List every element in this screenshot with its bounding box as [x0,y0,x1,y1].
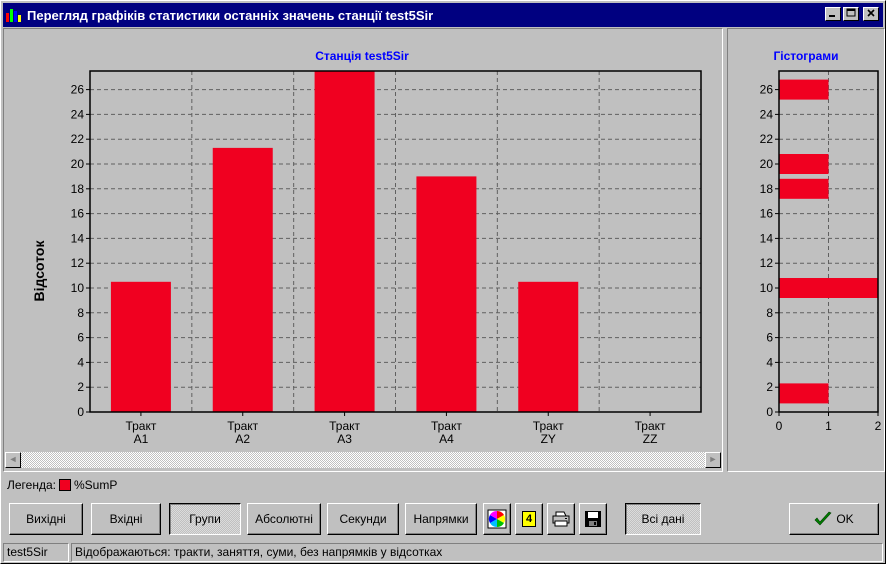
main-bar [518,281,579,412]
main-x-tick-label: ZZ [643,432,658,446]
status-message: Відображаються: тракти, заняття, суми, б… [71,543,883,562]
maximize-icon [846,8,856,17]
chart-app-icon [5,7,23,23]
main-y-tick-label: 14 [71,231,85,245]
scroll-left-button[interactable]: ◄ [5,452,21,468]
main-x-tick-label: ZY [541,432,556,446]
hist-y-tick-label: 14 [760,231,774,245]
number-button[interactable]: 4 [515,503,543,535]
main-x-tick-label: A1 [134,432,149,446]
main-y-tick-label: 22 [71,132,85,146]
main-x-tick-label: A2 [235,432,250,446]
title-bar[interactable]: Перегляд графіків статистики останніх зн… [3,3,883,27]
groups-button[interactable]: Групи [169,503,241,535]
hist-x-tick-label: 2 [875,419,882,433]
hist-y-tick-label: 2 [766,380,773,394]
main-x-tick-label: Тракт [533,419,564,433]
absolute-button[interactable]: Абсолютні [247,503,321,535]
hist-y-tick-label: 16 [760,207,774,221]
outgoing-button[interactable]: Вихідні [9,503,83,535]
maximize-button[interactable] [843,7,859,21]
histogram-title: Гістограми [773,49,838,63]
main-bar [314,71,375,412]
main-y-tick-label: 6 [77,331,84,345]
printer-icon [552,511,570,527]
main-x-tick-label: Тракт [431,419,462,433]
print-button[interactable] [547,503,575,535]
main-x-tick-label: A3 [337,432,352,446]
hist-bar [779,178,829,199]
legend-series-name: %SumP [73,478,118,492]
histogram-chart: Гістограми 02468101214161820222426 012 [760,49,882,433]
main-y-tick-label: 20 [71,157,85,171]
hist-x-tick-label: 0 [776,419,783,433]
main-bar-chart: Станція test5Sir Відсоток 02468101214161… [31,49,702,446]
main-y-tick-label: 4 [77,355,84,369]
ok-label: OK [836,512,854,526]
main-bar [110,281,171,412]
hist-bar [779,79,829,100]
main-y-tick-label: 12 [71,256,85,270]
seconds-button[interactable]: Секунди [327,503,399,535]
hist-y-tick-label: 12 [760,256,774,270]
main-y-tick-label: 10 [71,281,85,295]
window-title: Перегляд графіків статистики останніх зн… [27,7,434,23]
main-y-tick-label: 0 [77,405,84,419]
hist-bar [779,154,829,174]
status-station: test5Sir [3,543,69,562]
hist-bar [779,278,878,298]
directions-button[interactable]: Напрямки [405,503,477,535]
palette-icon [487,509,507,529]
main-y-tick-label: 8 [77,306,84,320]
app-window: Перегляд графіків статистики останніх зн… [0,0,886,564]
hist-y-tick-label: 26 [760,83,774,97]
histogram-panel: Гістограми 0 2 4 6 8 10 12 14 16 18 20 22 24 26 012 [727,28,885,472]
main-y-tick-label: 2 [77,380,84,394]
main-x-tick-label: Тракт [125,419,156,433]
main-y-tick-label: 18 [71,182,85,196]
main-bar [416,176,477,412]
incoming-button[interactable]: Вхідні [91,503,161,535]
number-badge: 4 [522,511,536,527]
minimize-button[interactable] [825,7,841,21]
all-data-button[interactable]: Всі дані [625,503,701,535]
minimize-icon [829,15,835,17]
hist-bar [779,383,829,404]
save-button[interactable] [579,503,607,535]
y-axis-label: Відсоток [31,240,47,302]
legend-label: Легенда: [7,478,56,492]
scroll-right-button[interactable]: ► [705,452,721,468]
horizontal-scrollbar[interactable]: ◄ ► [5,452,721,468]
hist-y-tick-label: 18 [760,182,774,196]
hist-y-tick-label: 10 [760,281,774,295]
hist-x-tick-label: 1 [825,419,832,433]
hist-y-tick-label: 6 [766,331,773,345]
main-chart-panel: Станція test5Sir Відсоток 0 2 4 6 8 10 12 14 16 1… [3,28,723,472]
hist-y-tick-label: 24 [760,107,774,121]
color-button[interactable] [483,503,511,535]
hist-y-tick-label: 0 [766,405,773,419]
main-y-tick-label: 16 [71,207,85,221]
floppy-disk-icon [585,511,601,527]
main-x-tick-label: Тракт [329,419,360,433]
close-icon [867,9,875,17]
close-button[interactable] [863,7,879,21]
ok-button[interactable]: OK [789,503,879,535]
main-chart-title: Станція test5Sir [315,49,409,63]
hist-y-tick-label: 22 [760,132,774,146]
hist-y-tick-label: 4 [766,355,773,369]
main-y-tick-label: 24 [71,107,85,121]
status-bar: test5Sir Відображаються: тракти, заняття… [3,543,883,562]
legend: Легенда: %SumP [7,477,117,493]
main-y-tick-label: 26 [71,83,85,97]
main-bar [212,147,273,412]
main-x-tick-label: Тракт [635,419,666,433]
hist-y-tick-label: 20 [760,157,774,171]
checkmark-icon [814,511,832,526]
main-x-tick-label: A4 [439,432,454,446]
main-x-tick-label: Тракт [227,419,258,433]
legend-swatch [58,479,71,491]
hist-y-tick-label: 8 [766,306,773,320]
